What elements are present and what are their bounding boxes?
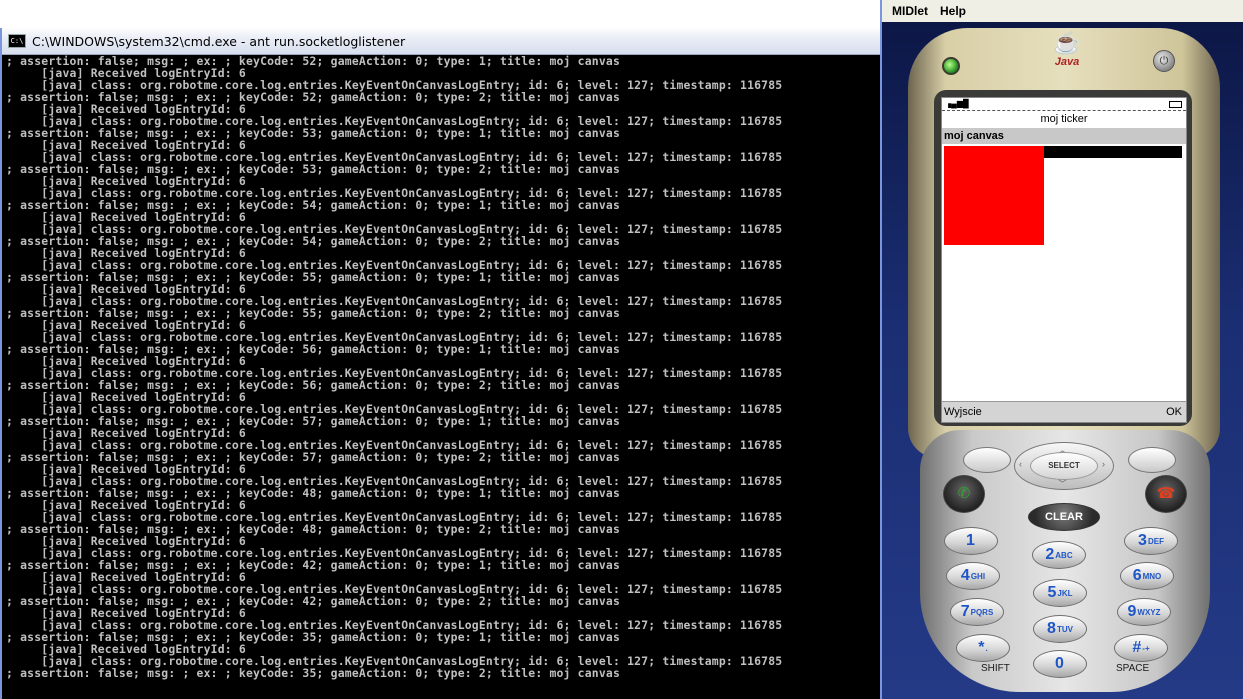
java-cup-icon: ☕ bbox=[1053, 30, 1081, 55]
ticker-text: moj ticker bbox=[1040, 113, 1088, 125]
softkey-left-label[interactable]: Wyjscie bbox=[944, 402, 982, 422]
key-8[interactable]: 8 TUV bbox=[1033, 615, 1087, 643]
soft-button-left[interactable] bbox=[963, 447, 1011, 473]
soft-button-right[interactable] bbox=[1128, 447, 1176, 473]
key-8-digit: 8 bbox=[1047, 620, 1056, 637]
canvas-title: moj canvas bbox=[942, 128, 1186, 144]
arrow-right-icon[interactable]: › bbox=[1102, 459, 1105, 469]
softkey-right-label[interactable]: OK bbox=[1166, 402, 1182, 422]
key-star[interactable]: * . bbox=[956, 634, 1010, 662]
key-6-letters: MNO bbox=[1142, 571, 1162, 581]
key-5-digit: 5 bbox=[1047, 584, 1057, 601]
send-button[interactable]: ✆ bbox=[943, 475, 985, 513]
key-3-digit: 3 bbox=[1138, 532, 1147, 549]
key-5[interactable]: 5 JKL bbox=[1033, 579, 1087, 607]
key-4-letters: GHI bbox=[970, 571, 986, 581]
key-2-digit: 2 bbox=[1045, 546, 1055, 563]
status-bar: ▗▄▆█ bbox=[942, 98, 1186, 111]
key-1-digit: 1 bbox=[966, 532, 975, 549]
console-line: ; assertion: false; msg: ; ex: ; keyCode… bbox=[6, 666, 621, 680]
power-button[interactable]: ⏻ bbox=[1153, 50, 1175, 72]
key-star-symbol: * bbox=[978, 639, 985, 656]
key-star-letters: . bbox=[985, 643, 988, 653]
menu-midlet[interactable]: MIDlet bbox=[890, 4, 930, 18]
java-logo-text: Java bbox=[1054, 56, 1080, 68]
key-7-letters: PQRS bbox=[970, 607, 994, 617]
cmd-window[interactable]: C:\ C:\WINDOWS\system32\cmd.exe - ant ru… bbox=[0, 28, 884, 699]
key-0[interactable]: 0 bbox=[1033, 650, 1087, 678]
key-2-letters: ABC bbox=[1055, 550, 1073, 560]
power-led-icon bbox=[942, 57, 960, 75]
cmd-title-bar[interactable]: C:\ C:\WINDOWS\system32\cmd.exe - ant ru… bbox=[2, 28, 884, 55]
key-9[interactable]: 9 WXYZ bbox=[1117, 598, 1171, 626]
key-3[interactable]: 3 DEF bbox=[1124, 527, 1178, 555]
key-2[interactable]: 2 ABC bbox=[1032, 541, 1086, 569]
select-button[interactable]: SELECT bbox=[1030, 452, 1098, 480]
key-6[interactable]: 6 MNO bbox=[1120, 562, 1174, 590]
menu-help[interactable]: Help bbox=[938, 4, 968, 18]
key-4[interactable]: 4 GHI bbox=[946, 562, 1000, 590]
canvas-red-rectangle bbox=[944, 146, 1044, 245]
key-1[interactable]: 1 bbox=[944, 527, 998, 555]
key-0-digit: 0 bbox=[1055, 655, 1064, 672]
phone-screen[interactable]: ▗▄▆█ moj ticker moj canvas Wyjscie OK bbox=[941, 97, 1187, 423]
key-5-letters: JKL bbox=[1057, 588, 1073, 598]
midlet-canvas[interactable] bbox=[942, 144, 1186, 400]
key-9-digit: 9 bbox=[1127, 603, 1137, 620]
cmd-app-icon: C:\ bbox=[8, 34, 26, 48]
battery-icon bbox=[1169, 101, 1182, 108]
key-8-letters: TUV bbox=[1056, 624, 1073, 634]
key-hash-letters: -+ bbox=[1142, 643, 1150, 653]
key-3-letters: DEF bbox=[1147, 536, 1164, 546]
arrow-left-icon[interactable]: ‹ bbox=[1019, 459, 1022, 469]
shift-label: SHIFT bbox=[981, 663, 1010, 674]
signal-icon: ▗▄▆█ bbox=[945, 99, 969, 108]
phone-hangup-icon: ☎ bbox=[1156, 485, 1176, 502]
key-hash[interactable]: # -+ bbox=[1114, 634, 1168, 662]
end-button[interactable]: ☎ bbox=[1145, 475, 1187, 513]
key-7-digit: 7 bbox=[960, 603, 970, 620]
key-9-letters: WXYZ bbox=[1137, 607, 1161, 617]
space-label: SPACE bbox=[1116, 663, 1150, 674]
clear-button[interactable]: CLEAR bbox=[1028, 503, 1100, 531]
java-logo: ☕ Java bbox=[1051, 30, 1083, 80]
cmd-window-title: C:\WINDOWS\system32\cmd.exe - ant run.so… bbox=[32, 33, 406, 49]
key-6-digit: 6 bbox=[1132, 567, 1142, 584]
key-hash-symbol: # bbox=[1132, 639, 1142, 656]
key-7[interactable]: 7 PQRS bbox=[950, 598, 1004, 626]
key-4-digit: 4 bbox=[960, 567, 970, 584]
phone-call-icon: ✆ bbox=[957, 485, 971, 502]
emulator-menu-bar: MIDlet Help bbox=[882, 0, 1243, 23]
softkey-bar: Wyjscie OK bbox=[942, 401, 1186, 422]
console-output[interactable]: ; assertion: false; msg: ; ex: ; keyCode… bbox=[6, 55, 884, 699]
